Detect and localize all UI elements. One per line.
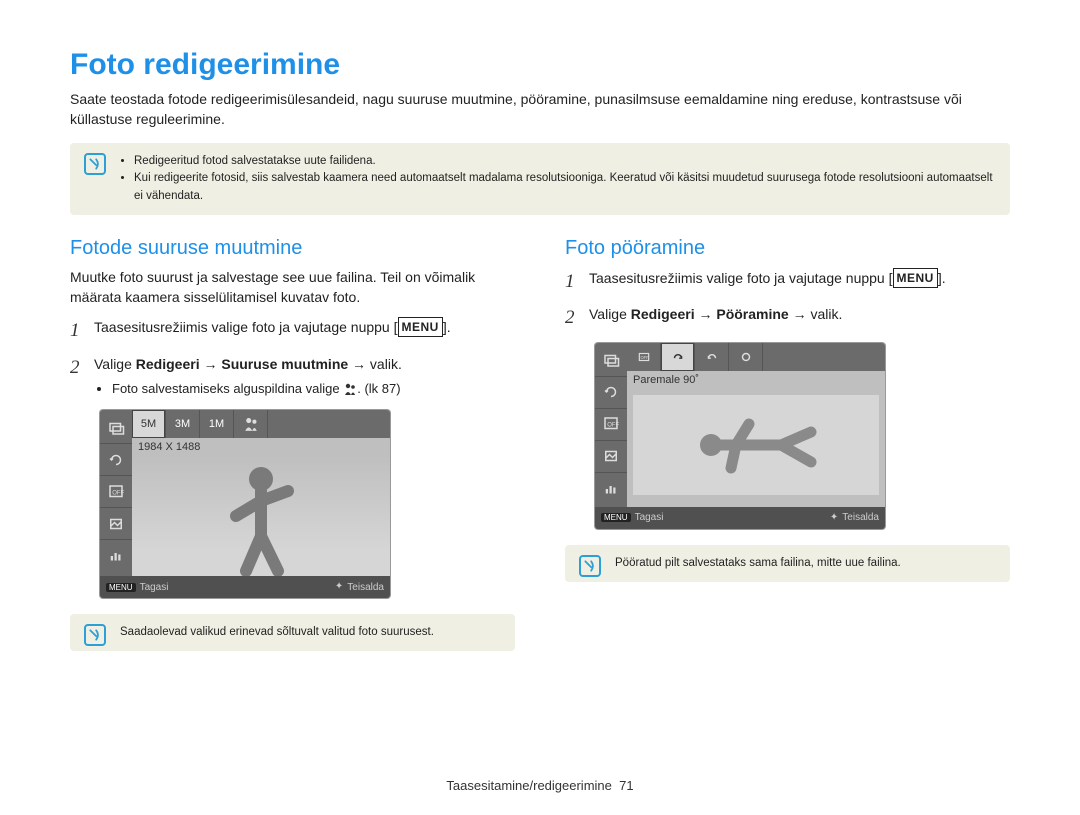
left-note-text: Saadaolevad valikud erinevad sõltuvalt v… xyxy=(120,626,434,638)
bottom-menu-label: MENU xyxy=(601,513,631,522)
left-sub-bullet: Foto salvestamiseks alguspildina valige … xyxy=(112,379,515,401)
step-number: 2 xyxy=(565,304,579,333)
rotate-right-icon[interactable] xyxy=(661,343,695,371)
info-icon xyxy=(579,555,601,577)
left-heading: Fotode suuruse muutmine xyxy=(70,237,515,260)
tab-people-icon[interactable] xyxy=(234,410,268,438)
left-column: Fotode suuruse muutmine Muutke foto suur… xyxy=(70,237,515,673)
info-icon xyxy=(84,624,106,646)
dpad-icon: ✦ xyxy=(335,582,343,592)
step2-post: → valik. xyxy=(348,356,402,372)
menu-button-label: MENU xyxy=(893,268,938,288)
svg-text:OFF: OFF xyxy=(640,355,649,360)
right-note-text: Pööratud pilt salvestataks sama failina,… xyxy=(615,557,901,569)
menu-button-label: MENU xyxy=(398,317,443,337)
step2-post: → valik. xyxy=(789,306,843,322)
photo-preview xyxy=(132,456,390,576)
sidebar-rotate-icon xyxy=(100,444,132,476)
sub-bullet-ref: . (lk 87) xyxy=(357,381,400,396)
bottom-move-label: Teisalda xyxy=(842,512,879,523)
right-step-2: 2 Valige Redigeeri → Pööramine → valik. xyxy=(565,304,1010,333)
step2-pre: Valige xyxy=(589,306,631,322)
sub-bullet-text: Foto salvestamiseks alguspildina valige xyxy=(112,381,343,396)
right-column: Foto pööramine 1 Taasesitusrežiimis vali… xyxy=(565,237,1010,673)
rotate-tabs: OFF xyxy=(627,343,885,371)
tab-5m[interactable]: 5M xyxy=(132,410,166,438)
tab-3m[interactable]: 3M xyxy=(166,410,200,438)
step-number: 1 xyxy=(565,268,579,297)
footer-section: Taasesitamine/redigeerimine xyxy=(446,778,611,793)
info-icon xyxy=(84,153,106,175)
footer-page-number: 71 xyxy=(619,778,633,793)
sidebar-resize-icon xyxy=(100,412,132,444)
step-text: Taasesitusrežiimis valige foto ja vajuta… xyxy=(589,270,889,286)
left-desc: Muutke foto suurust ja salvestage see uu… xyxy=(70,268,515,307)
photo-preview-rotated xyxy=(633,395,879,495)
screen-sidebar: OFF xyxy=(595,343,627,507)
bottom-back-label: Tagasi xyxy=(140,582,169,593)
top-note-item: Kui redigeerite fotosid, siis salvestab … xyxy=(134,170,996,205)
left-step-1: 1 Taasesitusrežiimis valige foto ja vaju… xyxy=(70,317,515,346)
step2-bold: Redigeeri → Pööramine xyxy=(631,306,789,322)
step-number: 2 xyxy=(70,354,84,401)
bottom-move-label: Teisalda xyxy=(347,582,384,593)
right-step-1: 1 Taasesitusrežiimis valige foto ja vaju… xyxy=(565,268,1010,297)
resize-screen: OFF 5M 3M 1M 1984 X 1488 xyxy=(100,410,390,598)
sidebar-edit-icon: OFF xyxy=(595,409,627,441)
top-note-item: Redigeeritud fotod salvestatakse uute fa… xyxy=(134,153,996,170)
rotate-180-icon[interactable] xyxy=(729,343,763,371)
step-end: . xyxy=(942,270,946,286)
step2-pre: Valige xyxy=(94,356,136,372)
screen-sidebar: OFF xyxy=(100,410,132,576)
page-footer: Taasesitamine/redigeerimine 71 xyxy=(0,778,1080,793)
sidebar-rotate-icon xyxy=(595,377,627,409)
rotate-label: Paremale 90˚ xyxy=(627,371,885,389)
screen-bottom-bar: MENU Tagasi ✦ Teisalda xyxy=(100,576,390,598)
sidebar-image-icon xyxy=(595,441,627,473)
top-note-box: Redigeeritud fotod salvestatakse uute fa… xyxy=(70,143,1010,215)
rotate-screen: OFF OFF Paremale 90˚ xyxy=(595,343,885,529)
left-step-2: 2 Valige Redigeeri → Suuruse muutmine → … xyxy=(70,354,515,401)
dpad-icon: ✦ xyxy=(830,513,838,523)
right-heading: Foto pööramine xyxy=(565,237,1010,260)
step2-bold: Redigeeri → Suuruse muutmine xyxy=(136,356,348,372)
sidebar-bars-icon xyxy=(100,540,132,572)
tab-1m[interactable]: 1M xyxy=(200,410,234,438)
intro-paragraph: Saate teostada fotode redigeerimisülesan… xyxy=(70,90,1010,129)
rotate-left-icon[interactable] xyxy=(695,343,729,371)
bottom-menu-label: MENU xyxy=(106,583,136,592)
dimension-label: 1984 X 1488 xyxy=(132,438,390,456)
page-title: Foto redigeerimine xyxy=(70,48,1010,82)
svg-text:OFF: OFF xyxy=(607,423,619,429)
step-text: Taasesitusrežiimis valige foto ja vajuta… xyxy=(94,319,394,335)
people-icon xyxy=(343,381,357,401)
sidebar-bars-icon xyxy=(595,473,627,505)
step-number: 1 xyxy=(70,317,84,346)
bottom-back-label: Tagasi xyxy=(635,512,664,523)
screen-bottom-bar: MENU Tagasi ✦ Teisalda xyxy=(595,507,885,529)
sidebar-image-icon xyxy=(100,508,132,540)
sidebar-edit-icon: OFF xyxy=(100,476,132,508)
rotate-off-icon[interactable]: OFF xyxy=(627,343,661,371)
sidebar-resize-icon xyxy=(595,345,627,377)
step-end: . xyxy=(447,319,451,335)
svg-text:OFF: OFF xyxy=(112,490,124,496)
left-note-box: Saadaolevad valikud erinevad sõltuvalt v… xyxy=(70,614,515,651)
right-note-box: Pööratud pilt salvestataks sama failina,… xyxy=(565,545,1010,582)
size-tabs: 5M 3M 1M xyxy=(132,410,390,438)
